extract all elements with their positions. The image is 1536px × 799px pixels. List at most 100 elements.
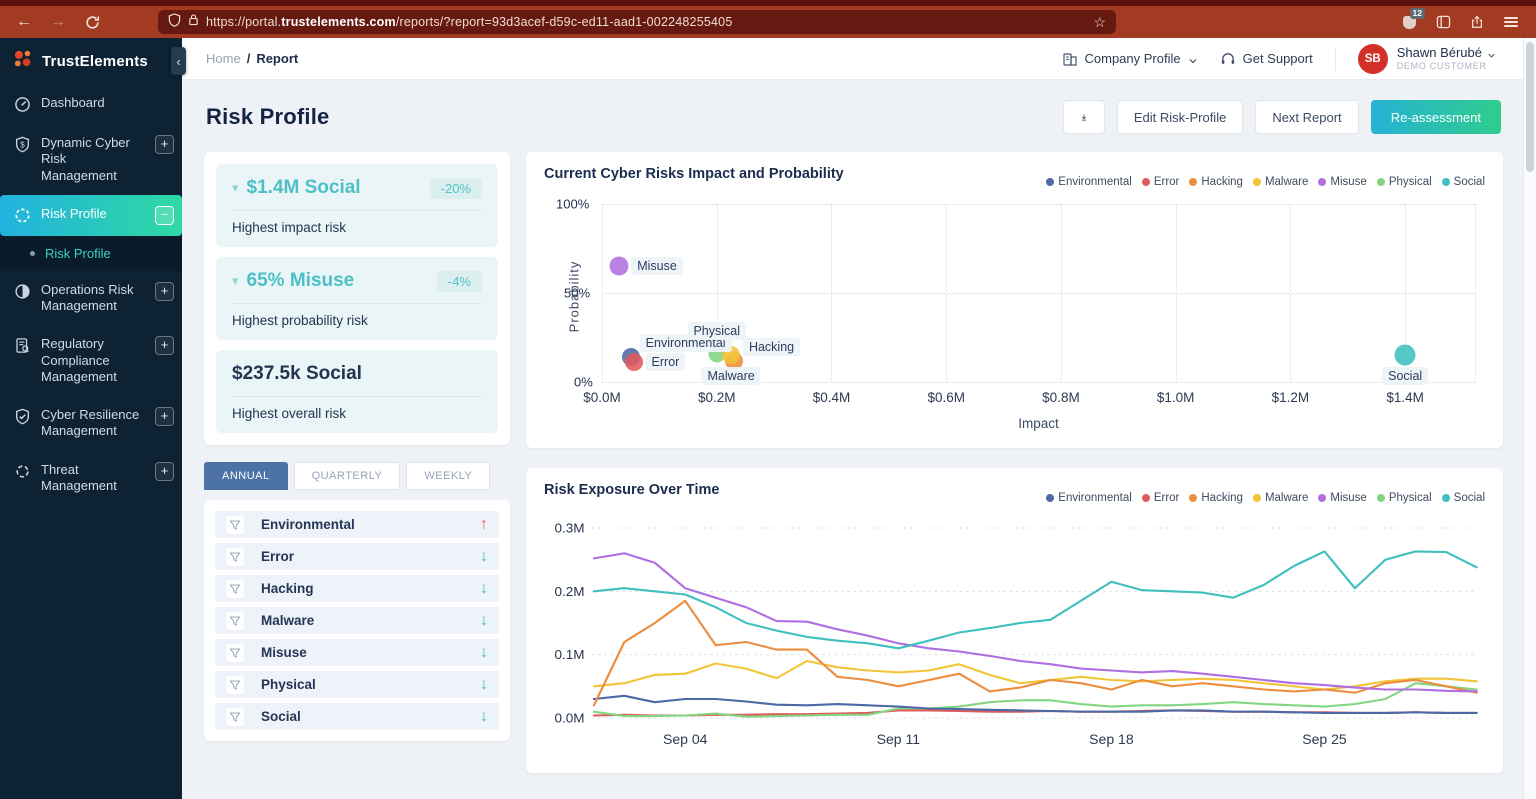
extension-badge: 12 bbox=[1409, 8, 1425, 20]
sidebar-subitem-risk-profile[interactable]: Risk Profile bbox=[0, 235, 182, 271]
tab-quarterly[interactable]: QUARTERLY bbox=[293, 462, 401, 490]
legend-item-environmental[interactable]: Environmental bbox=[1046, 492, 1132, 504]
risk-row-malware[interactable]: Malware ↓ bbox=[215, 607, 499, 634]
menu-icon[interactable] bbox=[1502, 13, 1520, 31]
legend-item-social[interactable]: Social bbox=[1441, 176, 1485, 188]
stat-card-1: ▾ $1.4M Social -20% Highest impact risk bbox=[216, 164, 498, 247]
get-support-link[interactable]: Get Support bbox=[1220, 51, 1313, 67]
sidebar-item-risk-profile[interactable]: Risk Profile − bbox=[0, 194, 182, 236]
x-axis-title: Impact bbox=[1018, 416, 1059, 431]
stat-caption: Highest impact risk bbox=[232, 220, 347, 235]
legend-item-malware[interactable]: Malware bbox=[1252, 492, 1308, 504]
share-icon[interactable] bbox=[1468, 13, 1486, 31]
trend-down-icon: ↓ bbox=[480, 707, 488, 725]
bookmark-star-icon[interactable]: ☆ bbox=[1093, 14, 1106, 31]
back-button[interactable]: ← bbox=[10, 10, 38, 34]
legend-item-misuse[interactable]: Misuse bbox=[1318, 492, 1367, 504]
legend-item-malware[interactable]: Malware bbox=[1252, 176, 1309, 188]
caret-down-icon: ▾ bbox=[232, 273, 239, 288]
refresh-button[interactable] bbox=[78, 10, 106, 34]
expand-section-button[interactable]: + bbox=[155, 281, 174, 301]
stat-divider bbox=[232, 210, 482, 211]
next-report-button[interactable]: Next Report bbox=[1255, 100, 1359, 134]
sidebar-item-operations-risk[interactable]: Operations Risk Management + bbox=[0, 271, 182, 326]
sidebar-item-dynamic-cyber-risk[interactable]: $ Dynamic Cyber Risk Management + bbox=[0, 124, 182, 195]
risk-name: Social bbox=[261, 709, 301, 724]
user-menu[interactable]: SB Shawn Bérubé DEMO CUSTOMER bbox=[1357, 43, 1497, 74]
scatter-legend: Environmental Error Hacking Malware Misuse Ph… bbox=[1046, 166, 1485, 188]
legend-label: Hacking bbox=[1201, 492, 1243, 504]
risk-row-hacking[interactable]: Hacking ↓ bbox=[215, 575, 499, 602]
forward-button[interactable]: → bbox=[44, 10, 72, 34]
tracking-protection-icon[interactable] bbox=[168, 12, 181, 32]
legend-dot bbox=[1046, 494, 1055, 502]
legend-item-error[interactable]: Error bbox=[1141, 492, 1180, 504]
legend-dot bbox=[1189, 178, 1198, 186]
risk-row-error[interactable]: Error ↓ bbox=[215, 543, 499, 570]
legend-item-social[interactable]: Social bbox=[1441, 492, 1485, 504]
sidebar-item-threat-management[interactable]: Threat Management + bbox=[0, 451, 182, 506]
breadcrumb-home-link[interactable]: Home bbox=[206, 51, 241, 66]
risk-row-social[interactable]: Social ↓ bbox=[215, 703, 499, 730]
line-series-malware[interactable] bbox=[592, 659, 1478, 691]
legend-dot bbox=[1376, 494, 1385, 502]
legend-item-environmental[interactable]: Environmental bbox=[1046, 176, 1132, 188]
expand-section-button[interactable]: + bbox=[155, 461, 174, 481]
sidebar-collapse-button[interactable]: ‹ bbox=[171, 47, 186, 75]
download-button[interactable] bbox=[1062, 100, 1105, 134]
edit-risk-profile-button[interactable]: Edit Risk-Profile bbox=[1116, 100, 1244, 134]
sidebar-item-label: Dynamic Cyber Risk Management bbox=[41, 135, 130, 183]
filter-funnel-icon[interactable] bbox=[226, 675, 244, 694]
scatter-point-misuse[interactable] bbox=[609, 256, 629, 276]
reassessment-button[interactable]: Re-assessment bbox=[1370, 100, 1501, 134]
line-series-hacking[interactable] bbox=[592, 599, 1478, 707]
scrollbar-thumb[interactable] bbox=[1526, 42, 1534, 172]
legend-item-physical[interactable]: Physical bbox=[1376, 492, 1432, 504]
scatter-point-social[interactable] bbox=[1394, 344, 1416, 366]
stat-top-row: ▾ 65% Misuse -4% bbox=[232, 270, 482, 292]
legend-label: Social bbox=[1453, 492, 1485, 504]
sidebar-item-label: Threat Management bbox=[41, 461, 117, 493]
collapse-section-button[interactable]: − bbox=[155, 205, 174, 225]
risk-row-misuse[interactable]: Misuse ↓ bbox=[215, 639, 499, 666]
chevron-down-icon bbox=[1188, 54, 1198, 64]
scatter-point-error[interactable] bbox=[624, 353, 643, 372]
legend-item-error[interactable]: Error bbox=[1141, 176, 1179, 188]
tab-annual[interactable]: ANNUAL bbox=[204, 462, 288, 490]
filter-funnel-icon[interactable] bbox=[226, 547, 244, 566]
company-profile-menu[interactable]: Company Profile bbox=[1062, 51, 1198, 67]
sidebar-item-dashboard[interactable]: Dashboard bbox=[0, 84, 182, 124]
legend-item-physical[interactable]: Physical bbox=[1376, 176, 1432, 188]
x-tick-label: $1.2M bbox=[1271, 390, 1310, 405]
tab-weekly[interactable]: WEEKLY bbox=[406, 462, 491, 490]
chevron-down-icon bbox=[1487, 48, 1497, 58]
stat-change-badge: -4% bbox=[436, 270, 482, 292]
line-series-social[interactable] bbox=[592, 550, 1478, 650]
legend-item-hacking[interactable]: Hacking bbox=[1189, 176, 1243, 188]
legend-item-misuse[interactable]: Misuse bbox=[1318, 176, 1367, 188]
breadcrumb-current: Report bbox=[256, 51, 299, 66]
filter-funnel-icon[interactable] bbox=[226, 515, 244, 534]
legend-label: Malware bbox=[1264, 176, 1309, 188]
extension-icon[interactable]: 12 bbox=[1400, 8, 1425, 31]
expand-section-button[interactable]: + bbox=[155, 135, 174, 154]
risk-row-environmental[interactable]: Environmental ↑ bbox=[215, 511, 499, 538]
risk-row-physical[interactable]: Physical ↓ bbox=[215, 671, 499, 698]
expand-section-button[interactable]: + bbox=[155, 407, 174, 426]
filter-funnel-icon[interactable] bbox=[226, 611, 244, 630]
reader-panel-icon[interactable] bbox=[1434, 13, 1452, 31]
sidebar-item-cyber-resilience[interactable]: Cyber Resilience Management + bbox=[0, 396, 182, 451]
url-bar[interactable]: https://portal.trustelements.com/reports… bbox=[158, 10, 1116, 34]
stat-top-row: ▾ $1.4M Social -20% bbox=[232, 177, 482, 199]
legend-label: Error bbox=[1153, 492, 1180, 504]
expand-section-button[interactable]: + bbox=[155, 336, 174, 356]
filter-funnel-icon[interactable] bbox=[226, 579, 244, 598]
sidebar-item-regulatory-compliance[interactable]: Regulatory Compliance Management + bbox=[0, 325, 182, 396]
filter-funnel-icon[interactable] bbox=[226, 643, 244, 662]
legend-item-hacking[interactable]: Hacking bbox=[1189, 492, 1243, 504]
filter-funnel-icon[interactable] bbox=[226, 707, 244, 726]
page-scrollbar[interactable] bbox=[1523, 38, 1536, 799]
refresh-icon bbox=[85, 15, 99, 29]
svg-text:0.2M: 0.2M bbox=[555, 584, 585, 599]
stat-divider bbox=[232, 303, 482, 304]
